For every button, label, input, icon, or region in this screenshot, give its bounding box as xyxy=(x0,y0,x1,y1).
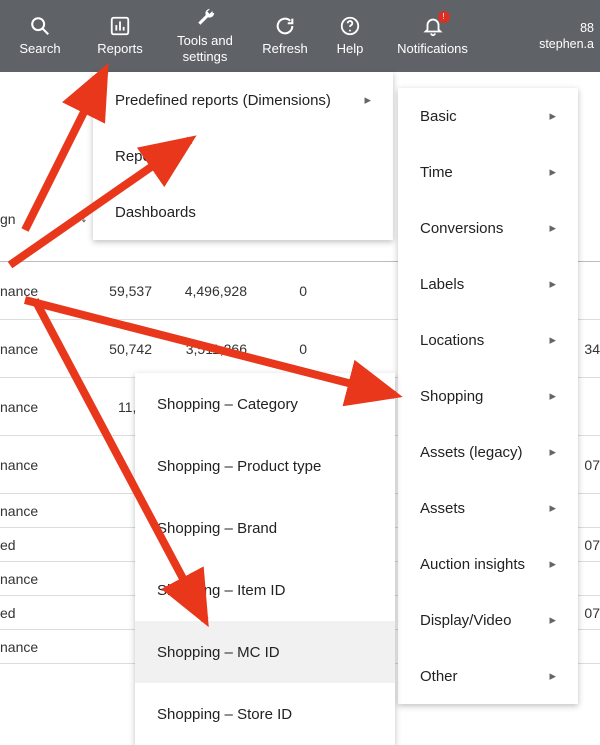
menu-shopping[interactable]: Shopping ▸ xyxy=(398,368,578,424)
menu-label: Shopping xyxy=(420,388,483,405)
notification-badge: ! xyxy=(438,11,450,23)
toolbar-help[interactable]: Help xyxy=(320,0,380,72)
menu-predefined-reports[interactable]: Predefined reports (Dimensions) ▸ xyxy=(93,72,393,128)
menu-label: Reports xyxy=(115,148,168,165)
reports-icon xyxy=(109,15,131,37)
menu-label: Predefined reports (Dimensions) xyxy=(115,92,331,109)
toolbar-search-label: Search xyxy=(19,41,60,57)
menu-label: Dashboards xyxy=(115,204,196,221)
menu-assets[interactable]: Assets ▸ xyxy=(398,480,578,536)
menu-label: Shopping – Category xyxy=(157,396,298,413)
chevron-right-icon: ▸ xyxy=(549,612,556,628)
menu-label: Other xyxy=(420,668,458,685)
cell-label: nance xyxy=(0,639,98,655)
menu-reports-item[interactable]: Reports xyxy=(93,128,393,184)
menu-label: Locations xyxy=(420,332,484,349)
search-icon xyxy=(29,15,51,37)
menu-label: Time xyxy=(420,164,453,181)
bell-icon: ! xyxy=(422,15,444,37)
shopping-menu: Shopping – Category Shopping – Product t… xyxy=(135,373,395,745)
toolbar-reports[interactable]: Reports xyxy=(80,0,160,72)
toolbar-search[interactable]: Search xyxy=(0,0,80,72)
cell-label: nance xyxy=(0,341,98,357)
toolbar-notifications-label: Notifications xyxy=(397,41,468,57)
cell: 59,537 xyxy=(98,283,158,299)
cell-label: nance xyxy=(0,457,98,473)
menu-shopping-brand[interactable]: Shopping – Brand xyxy=(135,497,395,559)
menu-locations[interactable]: Locations ▸ xyxy=(398,312,578,368)
menu-label: Shopping – Item ID xyxy=(157,582,285,599)
toolbar-refresh-label: Refresh xyxy=(262,41,308,57)
menu-time[interactable]: Time ▸ xyxy=(398,144,578,200)
cell-label: ed xyxy=(0,605,98,621)
chevron-right-icon: ▸ xyxy=(549,332,556,348)
menu-shopping-product-type[interactable]: Shopping – Product type xyxy=(135,435,395,497)
toolbar-tools-label: Tools and settings xyxy=(160,33,250,64)
menu-labels[interactable]: Labels ▸ xyxy=(398,256,578,312)
chevron-right-icon: ▸ xyxy=(549,556,556,572)
chevron-right-icon: ▸ xyxy=(549,388,556,404)
cell-label: nance xyxy=(0,571,98,587)
toolbar-refresh[interactable]: Refresh xyxy=(250,0,320,72)
menu-label: Display/Video xyxy=(420,612,511,629)
menu-shopping-item-id[interactable]: Shopping – Item ID xyxy=(135,559,395,621)
toolbar-help-label: Help xyxy=(337,41,364,57)
chevron-right-icon: ▸ xyxy=(549,668,556,684)
menu-dashboards[interactable]: Dashboards xyxy=(93,184,393,240)
help-icon xyxy=(339,15,361,37)
chevron-right-icon: ▸ xyxy=(549,108,556,124)
menu-shopping-category[interactable]: Shopping – Category xyxy=(135,373,395,435)
cell-label: nance xyxy=(0,503,98,519)
menu-label: Basic xyxy=(420,108,457,125)
menu-label: Shopping – Product type xyxy=(157,458,321,475)
menu-label: Assets xyxy=(420,500,465,517)
dimensions-menu: Basic ▸ Time ▸ Conversions ▸ Labels ▸ Locati… xyxy=(398,88,578,704)
account-info[interactable]: 88 stephen.a xyxy=(539,12,600,61)
menu-other[interactable]: Other ▸ xyxy=(398,648,578,704)
cell: 0 xyxy=(253,283,313,299)
cell: 0 xyxy=(253,341,313,357)
cell-label: nance xyxy=(0,399,98,415)
menu-shopping-store-id[interactable]: Shopping – Store ID xyxy=(135,683,395,745)
menu-basic[interactable]: Basic ▸ xyxy=(398,88,578,144)
menu-label: Labels xyxy=(420,276,464,293)
top-toolbar: Search Reports Tools and settings Refres… xyxy=(0,0,600,72)
account-id: 88 xyxy=(539,20,594,36)
menu-label: Shopping – Brand xyxy=(157,520,277,537)
cell-label: nance xyxy=(0,283,98,299)
wrench-icon xyxy=(194,7,216,29)
refresh-icon xyxy=(274,15,296,37)
cell-label: ed xyxy=(0,537,98,553)
menu-conversions[interactable]: Conversions ▸ xyxy=(398,200,578,256)
menu-label: Shopping – MC ID xyxy=(157,644,280,661)
toolbar-tools[interactable]: Tools and settings xyxy=(160,0,250,72)
sort-desc-icon[interactable]: ↓ xyxy=(80,209,88,227)
menu-auction-insights[interactable]: Auction insights ▸ xyxy=(398,536,578,592)
cell: 4,496,928 xyxy=(158,283,253,299)
menu-assets-legacy[interactable]: Assets (legacy) ▸ xyxy=(398,424,578,480)
menu-label: Conversions xyxy=(420,220,503,237)
menu-label: Auction insights xyxy=(420,556,525,573)
reports-menu: Predefined reports (Dimensions) ▸ Report… xyxy=(93,72,393,240)
menu-display-video[interactable]: Display/Video ▸ xyxy=(398,592,578,648)
chevron-right-icon: ▸ xyxy=(549,444,556,460)
chevron-right-icon: ▸ xyxy=(549,276,556,292)
chevron-right-icon: ▸ xyxy=(549,500,556,516)
toolbar-notifications[interactable]: ! Notifications xyxy=(380,0,485,72)
column-campaign[interactable]: gn xyxy=(0,211,16,227)
account-email: stephen.a xyxy=(539,36,594,52)
chevron-right-icon: ▸ xyxy=(549,164,556,180)
chevron-right-icon: ▸ xyxy=(364,92,371,108)
chevron-right-icon: ▸ xyxy=(549,220,556,236)
cell: 50,742 xyxy=(98,341,158,357)
cell: 3,511,266 xyxy=(158,341,253,357)
menu-shopping-mc-id[interactable]: Shopping – MC ID xyxy=(135,621,395,683)
toolbar-reports-label: Reports xyxy=(97,41,143,57)
menu-label: Assets (legacy) xyxy=(420,444,523,461)
menu-label: Shopping – Store ID xyxy=(157,706,292,723)
